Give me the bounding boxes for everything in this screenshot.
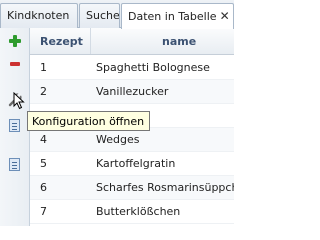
column-header-rezept[interactable]: Rezept <box>40 35 83 48</box>
tab-label: Kindknoten <box>7 9 70 22</box>
table-row[interactable]: 1 Spaghetti Bolognese <box>30 56 234 80</box>
table-row[interactable]: 4 Wedges <box>30 128 234 152</box>
tab-label: Daten in Tabelle <box>128 10 217 23</box>
column-header-name[interactable]: name <box>162 35 196 48</box>
cell-name: Spaghetti Bolognese <box>96 61 210 74</box>
side-toolbar <box>0 28 30 226</box>
table-row[interactable]: 7 Butterklößchen <box>30 200 234 224</box>
close-icon[interactable]: ✕ <box>220 9 230 23</box>
document-icon[interactable] <box>7 118 23 134</box>
tab-suche[interactable]: Suche <box>79 3 120 28</box>
cell-rezept: 1 <box>40 61 47 74</box>
table-row[interactable]: 5 Kartoffelgratin <box>30 152 234 176</box>
cell-rezept: 6 <box>40 181 47 194</box>
tab-label: Suche <box>86 9 120 22</box>
cell-name: Scharfes Rosmarinsüppche <box>96 181 234 194</box>
cell-rezept: 5 <box>40 157 47 170</box>
add-icon[interactable] <box>7 33 23 49</box>
tab-bar: Kindknoten Suche Daten in Tabelle ✕ <box>0 0 234 29</box>
table-header: Rezept name <box>30 28 234 55</box>
cell-name: Wedges <box>96 133 140 146</box>
tooltip-text: Konfiguration öffnen <box>32 115 145 128</box>
document-icon[interactable] <box>7 157 23 173</box>
cell-rezept: 7 <box>40 205 47 218</box>
cell-name: Kartoffelgratin <box>96 157 176 170</box>
cell-name: Butterklößchen <box>96 205 181 218</box>
table-row[interactable]: 6 Scharfes Rosmarinsüppche <box>30 176 234 200</box>
tab-daten-in-tabelle[interactable]: Daten in Tabelle ✕ <box>121 3 234 29</box>
tab-kindknoten[interactable]: Kindknoten <box>0 3 78 28</box>
remove-icon[interactable] <box>7 56 23 72</box>
cell-rezept: 4 <box>40 133 47 146</box>
cell-name: Vanillezucker <box>96 85 169 98</box>
mouse-cursor-icon <box>13 91 25 113</box>
tooltip: Konfiguration öffnen <box>27 111 150 131</box>
table-row[interactable]: 2 Vanillezucker <box>30 80 234 104</box>
cell-rezept: 2 <box>40 85 47 98</box>
